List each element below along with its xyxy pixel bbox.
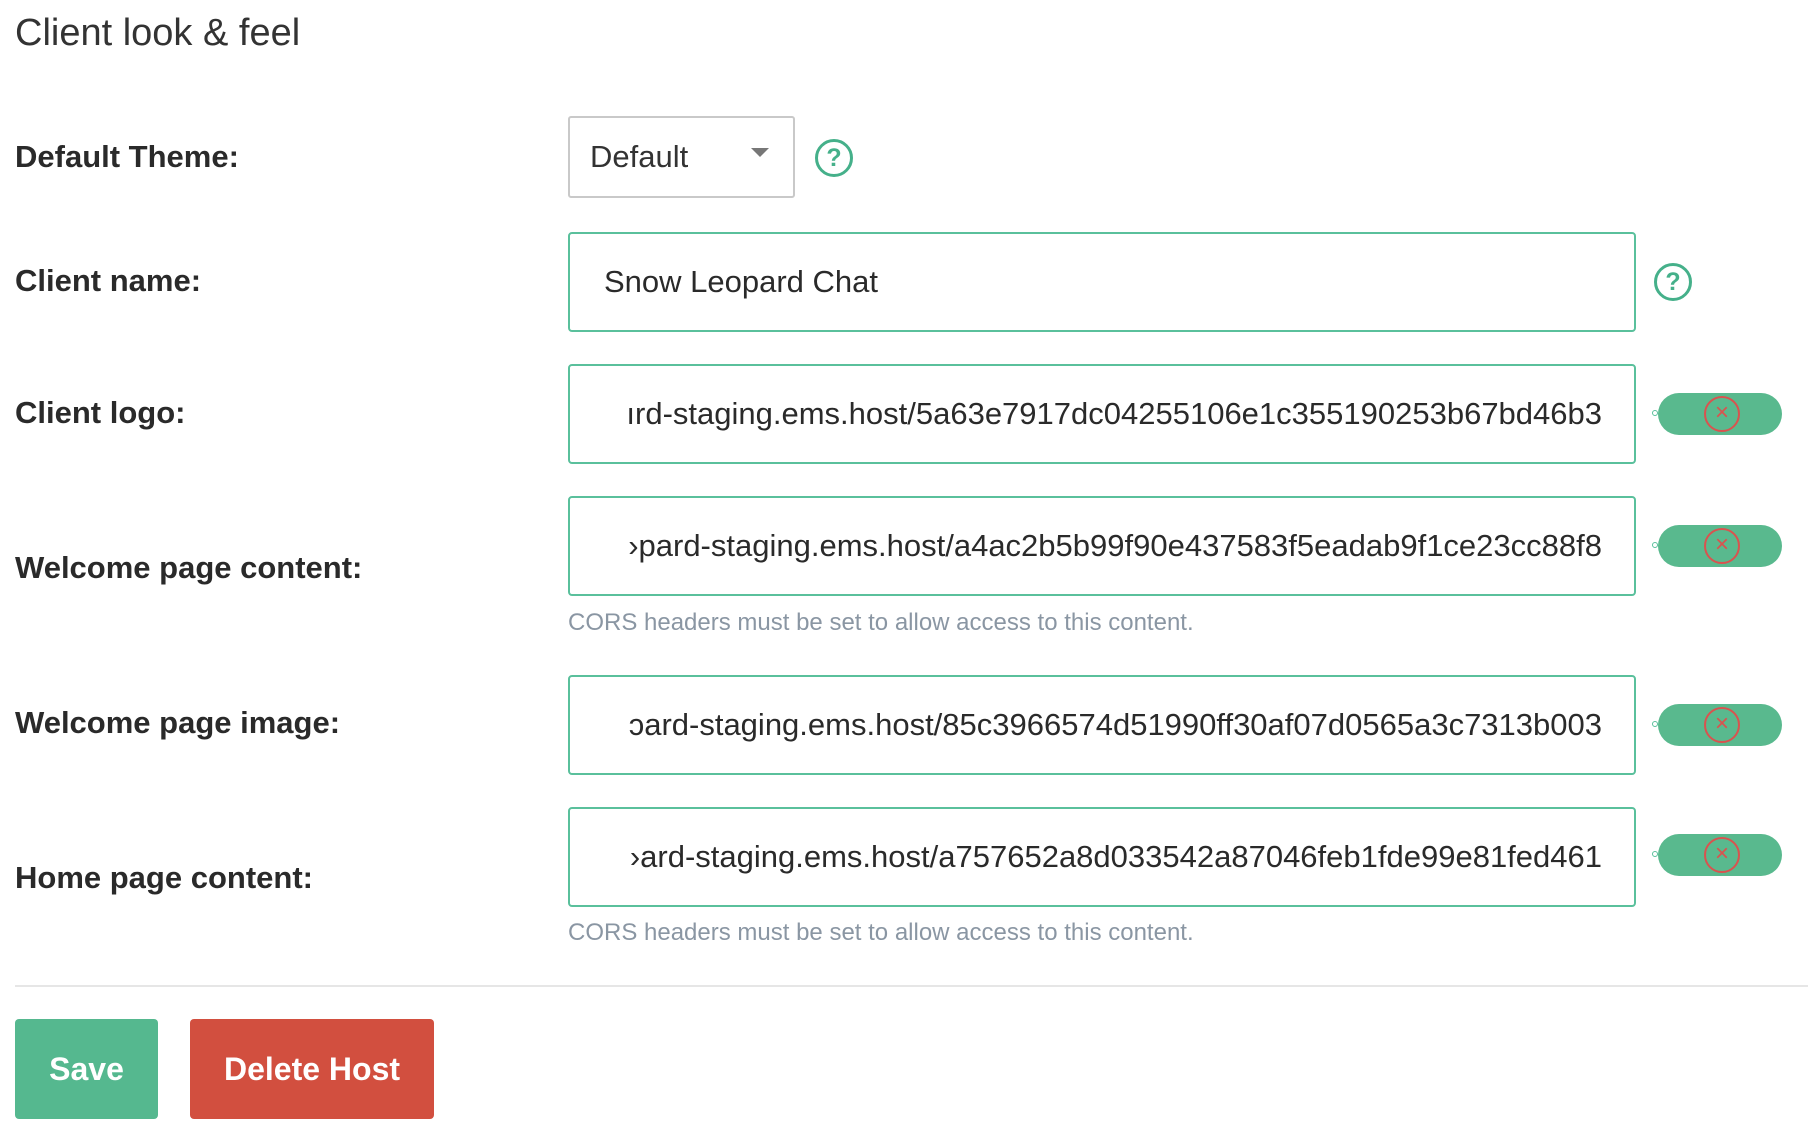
help-circle-icon[interactable]: ? xyxy=(1654,263,1692,301)
client-name-value: Snow Leopard Chat xyxy=(604,264,879,299)
close-circle-icon: × xyxy=(1704,837,1740,873)
welcome-page-content-label: Welcome page content: xyxy=(15,550,363,585)
client-name-label: Client name: xyxy=(15,263,202,298)
home-page-content-value: ›ard-staging.ems.host/a757652a8d033542a8… xyxy=(629,839,1602,874)
welcome-page-content-hint: CORS headers must be set to allow access… xyxy=(568,609,1194,636)
client-logo-clear-button[interactable]: × xyxy=(1652,393,1782,435)
delete-host-button[interactable]: Delete Host xyxy=(190,1019,434,1119)
close-circle-icon: × xyxy=(1704,528,1740,564)
welcome-page-image-value: ɔard-staging.ems.host/85c3966574d51990ff… xyxy=(628,707,1602,742)
close-circle-icon: × xyxy=(1704,396,1740,432)
default-theme-select[interactable]: Default xyxy=(568,116,795,198)
client-name-input[interactable]: Snow Leopard Chat xyxy=(568,232,1636,332)
welcome-page-content-value: ›pard-staging.ems.host/a4ac2b5b99f90e437… xyxy=(628,528,1602,563)
close-circle-icon: × xyxy=(1704,707,1740,743)
welcome-page-image-input[interactable]: ɔard-staging.ems.host/85c3966574d51990ff… xyxy=(568,675,1636,775)
welcome-page-content-clear-button[interactable]: × xyxy=(1652,525,1782,567)
page-title: Client look & feel xyxy=(15,12,301,54)
welcome-page-image-label: Welcome page image: xyxy=(15,705,341,740)
home-page-content-clear-button[interactable]: × xyxy=(1652,834,1782,876)
save-button[interactable]: Save xyxy=(15,1019,158,1119)
home-page-content-hint: CORS headers must be set to allow access… xyxy=(568,919,1194,946)
client-logo-value: ırd-staging.ems.host/5a63e7917dc04255106… xyxy=(626,396,1602,431)
client-logo-label: Client logo: xyxy=(15,395,186,430)
welcome-page-image-clear-button[interactable]: × xyxy=(1652,704,1782,746)
default-theme-label: Default Theme: xyxy=(15,139,239,174)
default-theme-selected-value: Default xyxy=(590,139,689,174)
help-circle-icon[interactable]: ? xyxy=(815,139,853,177)
welcome-page-content-input[interactable]: ›pard-staging.ems.host/a4ac2b5b99f90e437… xyxy=(568,496,1636,596)
form-divider xyxy=(15,985,1808,987)
home-page-content-input[interactable]: ›ard-staging.ems.host/a757652a8d033542a8… xyxy=(568,807,1636,907)
home-page-content-label: Home page content: xyxy=(15,860,313,895)
client-logo-input[interactable]: ırd-staging.ems.host/5a63e7917dc04255106… xyxy=(568,364,1636,464)
chevron-down-icon xyxy=(751,148,769,157)
